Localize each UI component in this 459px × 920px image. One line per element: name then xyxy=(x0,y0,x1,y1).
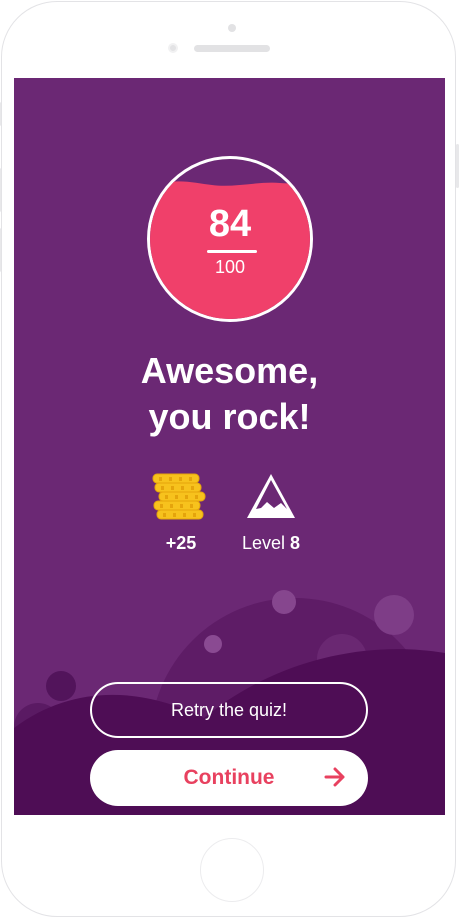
continue-label: Continue xyxy=(183,766,275,789)
headline-line-1: Awesome, xyxy=(140,350,319,391)
coins-icon xyxy=(152,473,206,520)
arrow-right-icon xyxy=(324,767,345,787)
level-indicator: Level 8 xyxy=(228,533,314,554)
front-camera xyxy=(168,43,178,53)
coins-earned: +25 xyxy=(165,533,197,553)
continue-button[interactable]: Continue xyxy=(90,750,368,806)
volume-down-button xyxy=(0,228,1,272)
score-value: 84 xyxy=(208,203,252,245)
volume-up-button xyxy=(0,168,1,212)
quiz-result-screen: 84 100 Awesome, you rock! +25 Level 8 Re… xyxy=(14,78,445,815)
mountain-icon xyxy=(247,474,295,518)
headline-line-2: you rock! xyxy=(148,396,311,437)
level-reward: Level 8 xyxy=(228,470,314,554)
earpiece-speaker xyxy=(194,45,270,52)
home-button[interactable] xyxy=(200,838,264,902)
score-circle: 84 100 xyxy=(147,156,313,322)
retry-quiz-button[interactable]: Retry the quiz! xyxy=(90,682,368,738)
proximity-sensor xyxy=(228,24,236,32)
level-prefix: Level xyxy=(241,533,285,553)
score-divider xyxy=(207,250,257,253)
coins-reward: +25 xyxy=(144,470,218,554)
level-number: 8 xyxy=(290,533,301,553)
result-headline: Awesome, you rock! xyxy=(14,348,445,440)
retry-quiz-label: Retry the quiz! xyxy=(170,699,288,720)
mute-switch xyxy=(0,102,1,126)
score-max: 100 xyxy=(214,257,246,277)
